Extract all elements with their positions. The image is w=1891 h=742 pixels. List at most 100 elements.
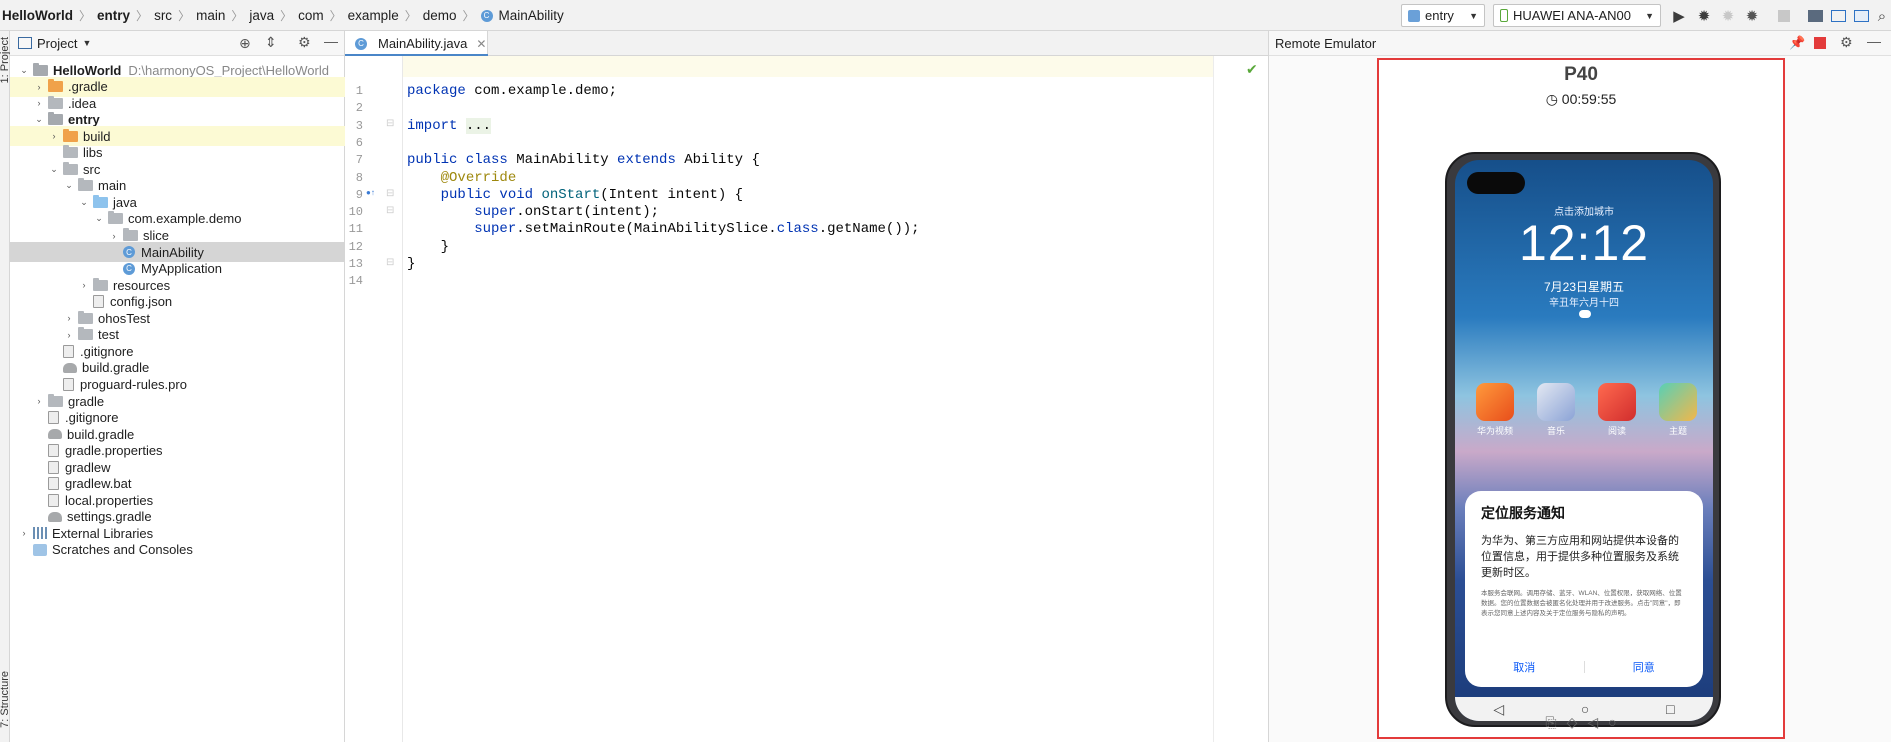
minimize-icon[interactable]: — bbox=[324, 33, 338, 49]
reading-app-icon[interactable] bbox=[1598, 383, 1636, 421]
chevron-right-icon[interactable]: › bbox=[48, 131, 60, 141]
rotate-icon[interactable]: ⎘ bbox=[1545, 714, 1556, 731]
code-line[interactable]: super.setMainRoute(MainAbilitySlice.clas… bbox=[407, 221, 919, 237]
agree-button[interactable]: 同意 bbox=[1585, 659, 1704, 675]
erase-icon[interactable]: ◇ bbox=[1567, 714, 1578, 731]
breadcrumb-item[interactable]: MainAbility bbox=[499, 8, 564, 23]
chevron-down-icon[interactable]: ▼ bbox=[82, 38, 91, 48]
breadcrumb-item[interactable]: entry bbox=[97, 8, 130, 23]
phone-device: 点击添加城市 12:12 7月23日星期五 辛丑年六月十四 华为视频 音乐 阅读 主题… bbox=[1445, 152, 1721, 727]
fold-marker-icon[interactable]: ⊟ bbox=[386, 257, 394, 268]
chevron-down-icon[interactable]: ⌄ bbox=[63, 180, 75, 191]
code-editor: C MainAbility.java ✕ 1 2 3 6 7 8 9 10 11 12 13 14 ●↑… bbox=[345, 31, 1268, 742]
class-icon: C bbox=[123, 246, 135, 259]
weather-icon bbox=[1579, 310, 1591, 318]
emulator-panel: Remote Emulator 📌 ⚙ — P40 ◷ 00:59:55 点击添… bbox=[1268, 31, 1891, 742]
chevron-right-icon[interactable]: › bbox=[33, 98, 45, 108]
breadcrumb-item[interactable]: src bbox=[154, 8, 172, 23]
project-panel-title[interactable]: Project bbox=[37, 36, 77, 51]
breadcrumb-item[interactable]: java bbox=[249, 8, 274, 23]
folder-icon bbox=[63, 128, 78, 142]
lock-clock: 12:12 bbox=[1518, 215, 1650, 271]
sdk-manager-icon[interactable] bbox=[1829, 7, 1847, 25]
code-line[interactable]: import ... bbox=[407, 117, 492, 134]
chevron-down-icon[interactable]: ⌄ bbox=[48, 164, 60, 175]
attach-debugger-icon[interactable]: ✹ bbox=[1719, 7, 1737, 25]
chevron-right-icon[interactable]: › bbox=[33, 396, 45, 406]
folder-icon bbox=[33, 62, 48, 76]
line-number: 8 bbox=[355, 170, 363, 185]
collapse-all-icon[interactable]: ⇕ bbox=[265, 34, 277, 51]
chevron-right-icon[interactable]: › bbox=[63, 330, 75, 340]
chevron-down-icon[interactable]: ⌄ bbox=[18, 65, 30, 76]
code-line[interactable]: package com.example.demo; bbox=[407, 83, 617, 99]
tree-item[interactable]: Scratches and Consoles bbox=[10, 540, 345, 560]
chevron-down-icon[interactable]: ⌄ bbox=[78, 197, 90, 208]
folder-icon bbox=[93, 277, 108, 291]
line-number: 14 bbox=[348, 274, 363, 289]
breadcrumb-item[interactable]: demo bbox=[423, 8, 457, 23]
chevron-right-icon[interactable]: › bbox=[33, 82, 45, 92]
themes-app-icon[interactable] bbox=[1659, 383, 1697, 421]
chevron-right-icon[interactable]: › bbox=[18, 528, 30, 538]
tree-item-label: MyApplication bbox=[141, 261, 222, 277]
gear-icon[interactable]: ⚙ bbox=[298, 34, 311, 51]
chevron-down-icon[interactable]: ⌄ bbox=[93, 213, 105, 224]
search-icon[interactable]: ⌕ bbox=[1873, 7, 1891, 25]
editor-tab-mainability[interactable]: C MainAbility.java ✕ bbox=[345, 31, 488, 57]
breadcrumb-item[interactable]: HelloWorld bbox=[2, 8, 73, 23]
tree-item-label: .idea bbox=[68, 95, 97, 111]
stop-emulator-icon[interactable] bbox=[1814, 37, 1826, 49]
fold-marker-icon[interactable]: ⊟ bbox=[386, 205, 394, 216]
gear-icon[interactable]: ⚙ bbox=[1840, 34, 1853, 51]
music-app-icon[interactable] bbox=[1537, 383, 1575, 421]
gradle-icon bbox=[48, 511, 62, 522]
chevron-down-icon[interactable]: ⌄ bbox=[33, 114, 45, 125]
huawei-video-app-icon[interactable] bbox=[1476, 383, 1514, 421]
tree-item-label: resources bbox=[113, 277, 171, 293]
chevron-right-icon[interactable]: › bbox=[63, 313, 75, 323]
locate-icon[interactable]: ⊕ bbox=[239, 35, 251, 52]
tree-item-label: .gitignore bbox=[80, 343, 134, 359]
phone-screen[interactable]: 点击添加城市 12:12 7月23日星期五 辛丑年六月十四 华为视频 音乐 阅读 主题… bbox=[1455, 160, 1713, 721]
terminal-icon[interactable] bbox=[1852, 7, 1870, 25]
tree-item-label: gradle.properties bbox=[65, 443, 163, 459]
code-line[interactable]: super.onStart(intent); bbox=[407, 204, 659, 220]
file-icon bbox=[48, 477, 59, 491]
back-icon[interactable]: ◁ bbox=[1587, 714, 1598, 731]
folder-icon bbox=[48, 112, 63, 126]
code-line[interactable]: public class MainAbility extends Ability… bbox=[407, 152, 760, 168]
profile-icon[interactable]: ✹ bbox=[1743, 7, 1761, 25]
file-icon bbox=[48, 444, 59, 458]
folder-icon bbox=[108, 211, 123, 225]
cancel-button[interactable]: 取消 bbox=[1465, 659, 1584, 675]
code-line[interactable]: } bbox=[407, 256, 415, 272]
home-icon[interactable]: ○ bbox=[1608, 714, 1616, 731]
chevron-right-icon[interactable]: › bbox=[108, 231, 120, 241]
chevron-right-icon[interactable]: › bbox=[78, 280, 90, 290]
fold-marker-icon[interactable]: ⊟ bbox=[386, 118, 394, 129]
code-line[interactable]: public void onStart(Intent intent) { bbox=[407, 187, 743, 203]
line-number: 1 bbox=[355, 84, 363, 98]
breadcrumb-separator-icon: 〉 bbox=[462, 9, 475, 23]
debug-icon[interactable]: ✹ bbox=[1695, 7, 1713, 25]
module-selector[interactable]: entry ▼ bbox=[1401, 4, 1485, 27]
breadcrumb-item[interactable]: com bbox=[298, 8, 324, 23]
run-icon[interactable]: ▶ bbox=[1670, 7, 1688, 25]
minimize-icon[interactable]: — bbox=[1867, 33, 1881, 49]
dialog-title: 定位服务通知 bbox=[1481, 505, 1565, 521]
pin-icon[interactable]: 📌 bbox=[1789, 35, 1805, 51]
project-structure-icon[interactable] bbox=[1806, 7, 1824, 25]
code-line[interactable]: @Override bbox=[407, 170, 517, 186]
stop-icon[interactable] bbox=[1775, 7, 1793, 25]
fold-marker-icon[interactable]: ⊟ bbox=[386, 188, 394, 199]
close-icon[interactable]: ✕ bbox=[476, 37, 486, 51]
breadcrumb-separator-icon: 〉 bbox=[178, 9, 191, 23]
file-icon bbox=[63, 377, 74, 391]
device-selector[interactable]: HUAWEI ANA-AN00 ▼ bbox=[1493, 4, 1661, 27]
device-icon bbox=[1500, 9, 1508, 22]
breadcrumb-item[interactable]: main bbox=[196, 8, 225, 23]
breadcrumb-item[interactable]: example bbox=[348, 8, 399, 23]
code-line[interactable]: } bbox=[407, 239, 449, 255]
override-marker-icon[interactable]: ●↑ bbox=[366, 188, 375, 197]
